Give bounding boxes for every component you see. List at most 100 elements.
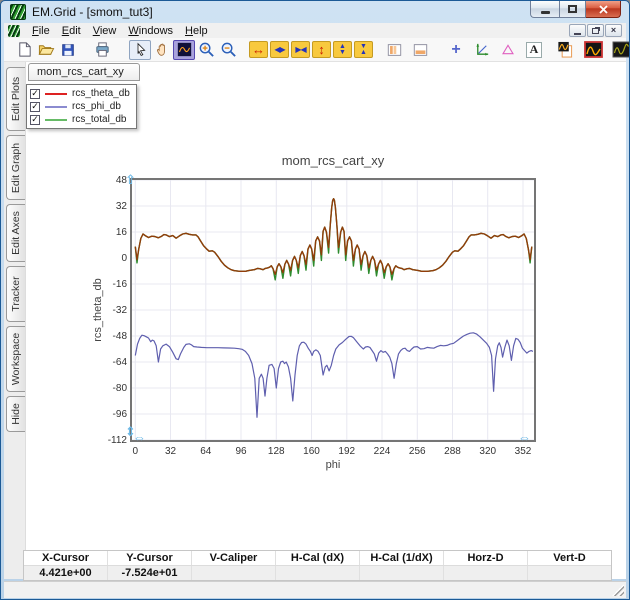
legend-line-sample [45, 93, 67, 95]
edit-axes-tool-button[interactable] [471, 40, 493, 60]
menu-item-help[interactable]: Help [179, 24, 214, 38]
menu-item-edit[interactable]: Edit [56, 24, 87, 38]
cursor-table-header: X-Cursor [24, 551, 108, 565]
cursor-table-header-row: X-CursorY-CursorV-CaliperH-Cal (dX)H-Cal… [24, 551, 611, 565]
menu-items: FileEditViewWindowsHelp [26, 24, 214, 38]
sidebar-tab-tracker[interactable]: Tracker [6, 266, 25, 322]
cursor-table-value [360, 566, 444, 580]
print-button[interactable] [91, 40, 113, 60]
fit-x-button[interactable]: ▶◀ [291, 41, 310, 58]
legend-label: rcs_phi_db [72, 101, 121, 112]
cursor-table-value [192, 566, 276, 580]
menu-bar: FileEditViewWindowsHelp × [4, 23, 626, 38]
y-tick-label: 16 [99, 227, 127, 238]
cursor-table-value: 4.421e+00 [24, 566, 108, 580]
sidebar-tab-label: Tracker [10, 276, 22, 311]
legend-checkbox[interactable]: ✓ [30, 115, 40, 125]
y-tick-label: -48 [99, 331, 127, 342]
x-tick-label: 64 [190, 446, 222, 457]
x-tick-label: 320 [472, 446, 504, 457]
menu-item-file[interactable]: File [26, 24, 56, 38]
zoom-in-button[interactable] [195, 40, 217, 60]
new-file-button[interactable] [13, 40, 35, 60]
cursor-table-header: H-Cal (1/dX) [360, 551, 444, 565]
mdi-restore-button[interactable] [587, 24, 604, 37]
minimize-button[interactable] [530, 1, 559, 18]
expand-x-button[interactable]: ↔ [249, 41, 268, 58]
cursor-table-header: Horz-D [444, 551, 528, 565]
sidebar-tab-label: Hide [10, 403, 22, 425]
sidebar-tab-edit-graph[interactable]: Edit Graph [6, 135, 25, 200]
cursor-readout-table: X-CursorY-CursorV-CaliperH-Cal (dX)H-Cal… [23, 550, 612, 581]
mdi-restore-icon [592, 28, 599, 34]
x-tick-label: 224 [366, 446, 398, 457]
caliper-tool-button[interactable] [497, 40, 519, 60]
close-icon [599, 5, 608, 14]
tab-label: mom_rcs_cart_xy [37, 66, 124, 78]
cursor-table-header: Y-Cursor [108, 551, 192, 565]
mdi-close-button[interactable]: × [605, 24, 622, 37]
title-bar[interactable]: EM.Grid - [smom_tut3] [1, 1, 629, 23]
app-window: EM.Grid - [smom_tut3] FileEditViewWindow… [0, 0, 630, 600]
toolbar: ↔◀▶▶◀↕▲▼▼▲+A▲▼↔Layout [4, 38, 626, 62]
x-tick-label: 96 [225, 446, 257, 457]
plot-canvas[interactable] [132, 180, 534, 440]
sidebar-tab-edit-plots[interactable]: Edit Plots [6, 67, 25, 131]
legend-line-sample [45, 119, 67, 121]
sidebar-tab-edit-axes[interactable]: Edit Axes [6, 204, 25, 262]
expand-y-button[interactable]: ↕ [312, 41, 331, 58]
cursor-table-value [444, 566, 528, 580]
split-horizontal-button[interactable] [409, 40, 431, 60]
zoom-out-button[interactable] [217, 40, 239, 60]
close-button[interactable] [586, 1, 621, 18]
add-marker-button[interactable]: + [445, 40, 467, 60]
compress-x-button[interactable]: ◀▶ [270, 41, 289, 58]
save-file-button[interactable] [57, 40, 79, 60]
menu-item-view[interactable]: View [87, 24, 123, 38]
tab-mom-rcs-cart-xy[interactable]: mom_rcs_cart_xy [28, 63, 140, 81]
sidebar-tab-workspace[interactable]: Workspace [6, 326, 25, 392]
open-file-button[interactable] [35, 40, 57, 60]
y-tick-label: -96 [99, 409, 127, 420]
sidebar-tab-hide[interactable]: Hide [6, 396, 25, 432]
compress-y-button[interactable]: ▲▼ [333, 41, 352, 58]
zoom-window-button[interactable] [173, 40, 195, 60]
x-axis-label: phi [326, 459, 341, 471]
legend-item-rcs_theta_db[interactable]: ✓rcs_theta_db [30, 87, 130, 100]
pan-hand-button[interactable] [151, 40, 173, 60]
y-tick-label: -64 [99, 357, 127, 368]
text-annotation-button[interactable]: A [523, 40, 545, 60]
legend-item-rcs_total_db[interactable]: ✓ rcs_total_db [30, 113, 130, 126]
x-axis-pan-handle-right-icon[interactable]: ⇔ [518, 431, 531, 444]
mdi-close-icon: × [611, 26, 616, 35]
y-axis-pan-handle-top-icon[interactable]: ⇧ [125, 173, 136, 186]
legend-item-rcs_phi_db[interactable]: ✓ rcs_phi_db [30, 100, 130, 113]
cursor-table-value [276, 566, 360, 580]
overlay-plots-button[interactable] [554, 40, 576, 60]
fit-y-button[interactable]: ▼▲ [354, 41, 373, 58]
x-tick-label: 128 [260, 446, 292, 457]
split-vertical-button[interactable] [383, 40, 405, 60]
resize-grip[interactable] [612, 584, 624, 596]
mdi-minimize-button[interactable] [569, 24, 586, 37]
x-tick-label: 160 [296, 446, 328, 457]
app-logo-icon [10, 4, 26, 20]
plot-style-dark-green-button[interactable] [610, 40, 630, 60]
menu-item-windows[interactable]: Windows [122, 24, 179, 38]
x-tick-label: 256 [401, 446, 433, 457]
x-tick-label: 352 [507, 446, 539, 457]
legend-label: rcs_total_db [72, 114, 126, 125]
document-icon[interactable] [8, 25, 20, 37]
y-tick-label: -112 [99, 435, 127, 446]
cursor-table-value [528, 566, 611, 580]
maximize-button[interactable] [559, 1, 586, 18]
legend-box: ✓rcs_theta_db✓rcs_phi_db✓rcs_total_db [26, 84, 137, 129]
legend-checkbox[interactable]: ✓ [30, 89, 40, 99]
x-axis-pan-handle-left-icon[interactable]: ⇔ [133, 431, 146, 444]
legend-checkbox[interactable]: ✓ [30, 102, 40, 112]
status-bar [4, 581, 626, 598]
plot-style-dark-red-button[interactable] [582, 40, 604, 60]
select-pointer-button[interactable] [129, 40, 151, 60]
sidebar-tab-label: Edit Plots [10, 77, 22, 121]
plot-frame [130, 178, 536, 442]
